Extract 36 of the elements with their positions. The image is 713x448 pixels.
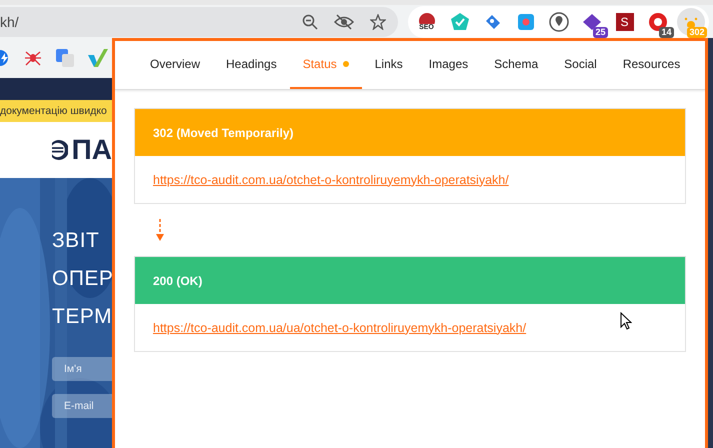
hero-heading: ТЕРМ	[52, 304, 112, 329]
status-header: 200 (OK)	[135, 257, 685, 304]
bolt-icon[interactable]	[0, 50, 10, 66]
tab[interactable]: Social	[551, 41, 610, 89]
count-badge: 25	[593, 26, 608, 38]
status-header: 302 (Moved Temporarily)	[135, 109, 685, 156]
zoom-out-icon[interactable]	[302, 14, 318, 30]
tab[interactable]: Images	[416, 41, 482, 89]
extension-button[interactable]: 14	[644, 8, 672, 36]
extension-button[interactable]: S	[610, 8, 638, 36]
map-pin-icon	[548, 12, 568, 32]
tab[interactable]: Headings	[213, 41, 290, 89]
banner-text: документацію швидко	[0, 105, 107, 117]
address-bar[interactable]: kh/	[0, 6, 398, 36]
extension-button[interactable]: 25	[578, 8, 606, 36]
tab[interactable]: Overview	[137, 41, 214, 89]
translate-icon[interactable]	[56, 49, 74, 67]
hero-heading: ОПЕР	[52, 266, 112, 291]
sun-icon	[684, 16, 698, 26]
star-icon[interactable]	[370, 14, 386, 30]
record-icon	[518, 14, 534, 30]
logo-text: ПА	[72, 134, 112, 166]
check-icon	[450, 12, 470, 32]
hero-heading: ЗВІТ	[52, 228, 100, 253]
cursor-icon	[620, 312, 632, 330]
v-logo-icon[interactable]	[88, 49, 108, 67]
spider-icon[interactable]	[24, 49, 42, 67]
eye-off-icon[interactable]	[334, 14, 354, 30]
url-text: kh/	[0, 14, 20, 30]
tab[interactable]: Resources	[610, 41, 694, 89]
tag-icon	[484, 12, 502, 30]
letter-label: S	[616, 12, 634, 30]
tab[interactable]: Links	[362, 41, 416, 89]
arrow-down-icon	[156, 219, 164, 241]
count-badge: 14	[659, 26, 674, 38]
tab[interactable]: Schema	[481, 41, 552, 89]
